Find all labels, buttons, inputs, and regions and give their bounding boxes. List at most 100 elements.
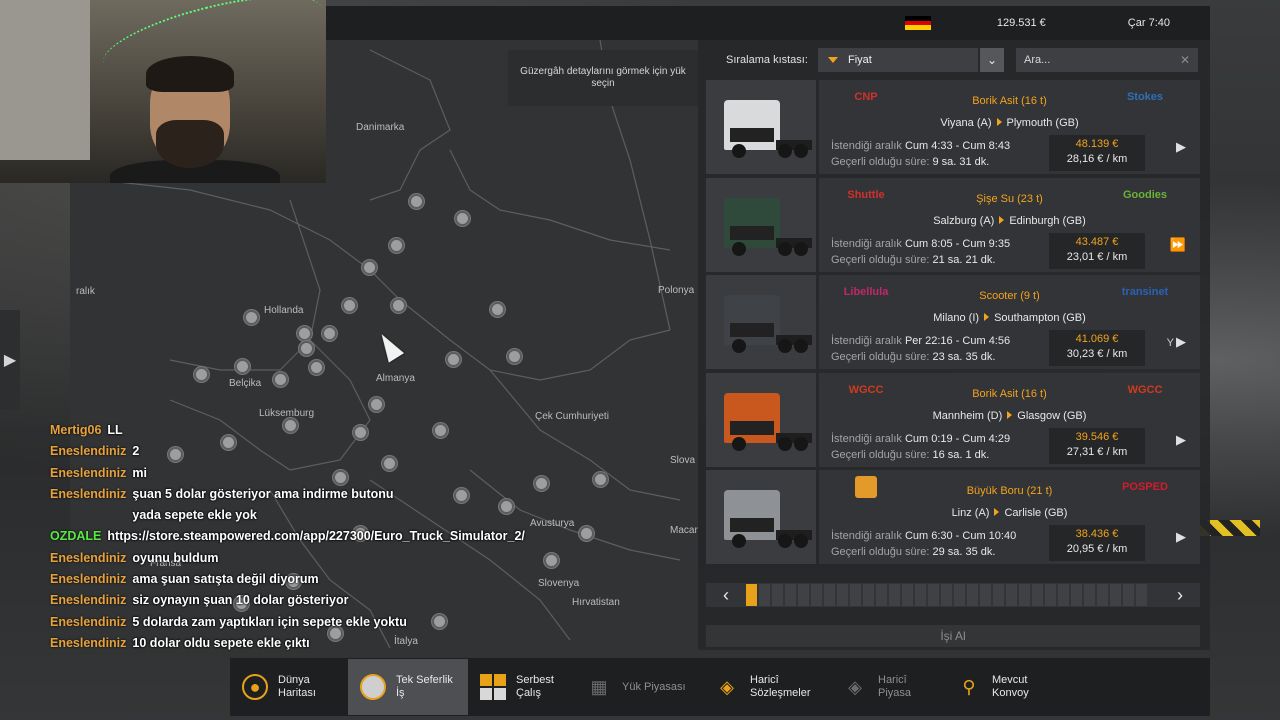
city-marker[interactable] xyxy=(544,553,559,568)
chevron-right-icon[interactable]: ▶ xyxy=(0,310,20,410)
page-segment[interactable] xyxy=(863,584,874,606)
city-marker[interactable] xyxy=(507,349,522,364)
page-segment[interactable] xyxy=(941,584,952,606)
page-segment[interactable] xyxy=(746,584,757,606)
map-label-polonya: Polonya xyxy=(658,285,695,296)
tab-external-market[interactable]: ◈ Haricî Piyasa xyxy=(830,659,944,715)
page-segment[interactable] xyxy=(1032,584,1043,606)
page-segment[interactable] xyxy=(993,584,1004,606)
page-segment[interactable] xyxy=(1123,584,1134,606)
play-arrow-icon[interactable]: ▶ xyxy=(1176,529,1186,545)
page-segment[interactable] xyxy=(954,584,965,606)
page-segment[interactable] xyxy=(980,584,991,606)
tab-convoy[interactable]: ⚲ Mevcut Konvoy xyxy=(944,659,1062,715)
play-arrow-icon[interactable]: ▶ xyxy=(1176,432,1186,448)
job-row[interactable]: Libellula Scooter (9 t) transinet Milano… xyxy=(706,275,1200,369)
chat-text: şuan 5 dolar gösteriyor ama indirme buto… xyxy=(132,486,394,523)
globe-icon: ● xyxy=(242,674,268,700)
city-marker[interactable] xyxy=(194,367,209,382)
city-marker[interactable] xyxy=(297,326,312,341)
city-marker[interactable] xyxy=(534,476,549,491)
map-label-cek: Çek Cumhuriyeti xyxy=(535,411,609,422)
map-label-hirvatistan: Hırvatistan xyxy=(572,597,620,608)
page-segment[interactable] xyxy=(1058,584,1069,606)
page-segment[interactable] xyxy=(902,584,913,606)
city-marker[interactable] xyxy=(369,397,384,412)
city-marker[interactable] xyxy=(490,302,505,317)
page-segment[interactable] xyxy=(1110,584,1121,606)
chat-message: Eneslendiniz oyunu buldum xyxy=(50,548,410,569)
city-marker[interactable] xyxy=(322,326,337,341)
city-marker[interactable] xyxy=(455,211,470,226)
page-segment[interactable] xyxy=(850,584,861,606)
page-segment[interactable] xyxy=(876,584,887,606)
job-price: 43.487 € 23,01 € / km xyxy=(1049,232,1145,269)
tab-label: Tek Seferlik İş xyxy=(396,674,453,699)
page-segment[interactable] xyxy=(1019,584,1030,606)
city-marker[interactable] xyxy=(433,423,448,438)
page-segment[interactable] xyxy=(1045,584,1056,606)
tab-cargo-market[interactable]: ▦ Yük Piyasası xyxy=(574,659,702,715)
city-marker[interactable] xyxy=(244,310,259,325)
city-marker[interactable] xyxy=(454,488,469,503)
clear-search-icon[interactable]: ✕ xyxy=(1180,53,1190,67)
chat-username: OZDALE xyxy=(50,529,102,544)
city-marker[interactable] xyxy=(391,298,406,313)
sort-dropdown[interactable]: Fiyat xyxy=(818,48,978,72)
page-segment[interactable] xyxy=(811,584,822,606)
city-marker[interactable] xyxy=(593,472,608,487)
job-row[interactable]: WGCC Borik Asit (16 t) WGCC Mannheim (D)… xyxy=(706,372,1200,467)
page-segment[interactable] xyxy=(889,584,900,606)
tab-world-map[interactable]: ● Dünya Haritası xyxy=(230,659,348,715)
chat-username: Eneslendiniz xyxy=(50,614,127,629)
chevron-down-icon[interactable]: ⌄ xyxy=(980,48,1004,72)
city-marker[interactable] xyxy=(432,614,447,629)
page-segment[interactable] xyxy=(1006,584,1017,606)
page-segment[interactable] xyxy=(824,584,835,606)
job-price-per-km: 27,31 € / km xyxy=(1066,445,1128,458)
city-marker[interactable] xyxy=(579,526,594,541)
page-segment[interactable] xyxy=(915,584,926,606)
page-segment[interactable] xyxy=(967,584,978,606)
city-marker[interactable] xyxy=(235,359,250,374)
play-arrow-icon[interactable]: ▶ xyxy=(1176,334,1186,350)
city-marker[interactable] xyxy=(499,499,514,514)
job-row[interactable]: Büyük Boru (21 t) POSPED Linz (A) Carlisl… xyxy=(706,470,1200,564)
play-arrow-icon[interactable]: ▶ xyxy=(1176,139,1186,155)
tab-label: Serbest Çalış xyxy=(516,674,554,699)
city-marker[interactable] xyxy=(273,372,288,387)
page-segment[interactable] xyxy=(1136,584,1147,606)
chevron-right-icon[interactable]: › xyxy=(1160,583,1200,607)
page-segment[interactable] xyxy=(837,584,848,606)
city-marker[interactable] xyxy=(389,238,404,253)
sort-value: Fiyat xyxy=(848,54,872,66)
chevron-left-icon[interactable]: ‹ xyxy=(706,583,746,607)
page-segment[interactable] xyxy=(1097,584,1108,606)
page-segment[interactable] xyxy=(1084,584,1095,606)
city-marker[interactable] xyxy=(309,360,324,375)
fast-forward-icon[interactable]: ⏩ xyxy=(1170,237,1186,253)
city-marker[interactable] xyxy=(409,194,424,209)
job-total-price: 48.139 € xyxy=(1075,138,1119,150)
page-segment[interactable] xyxy=(785,584,796,606)
page-segment[interactable] xyxy=(759,584,770,606)
tab-freight-market[interactable]: Serbest Çalış xyxy=(468,659,574,715)
city-marker[interactable] xyxy=(299,341,314,356)
search-input[interactable]: Ara... ✕ xyxy=(1016,48,1198,72)
take-job-button[interactable]: İşi Al xyxy=(706,625,1200,647)
page-segment[interactable] xyxy=(798,584,809,606)
page-segment[interactable] xyxy=(1071,584,1082,606)
city-marker[interactable] xyxy=(342,298,357,313)
job-row[interactable]: CNP Borik Asit (16 t) Stokes Viyana (A) P… xyxy=(706,80,1200,174)
chat-message: Eneslendiniz siz oynayın şuan 10 dolar gö… xyxy=(50,590,410,611)
city-marker[interactable] xyxy=(446,352,461,367)
page-segment[interactable] xyxy=(772,584,783,606)
job-row[interactable]: Shuttle Şişe Su (23 t) Goodies Salzburg … xyxy=(706,177,1200,272)
page-segment[interactable] xyxy=(928,584,939,606)
tab-external-contracts[interactable]: ◈ Haricî Sözleşmeler xyxy=(702,659,830,715)
sort-label: Sıralama kıstası: xyxy=(726,54,808,66)
chat-message: Eneslendiniz 10 dolar oldu sepete ekle çı… xyxy=(50,633,410,654)
city-marker[interactable] xyxy=(362,260,377,275)
receiver-logo: Goodies xyxy=(1122,188,1167,201)
tab-quick-job[interactable]: Tek Seferlik İş xyxy=(348,659,468,715)
